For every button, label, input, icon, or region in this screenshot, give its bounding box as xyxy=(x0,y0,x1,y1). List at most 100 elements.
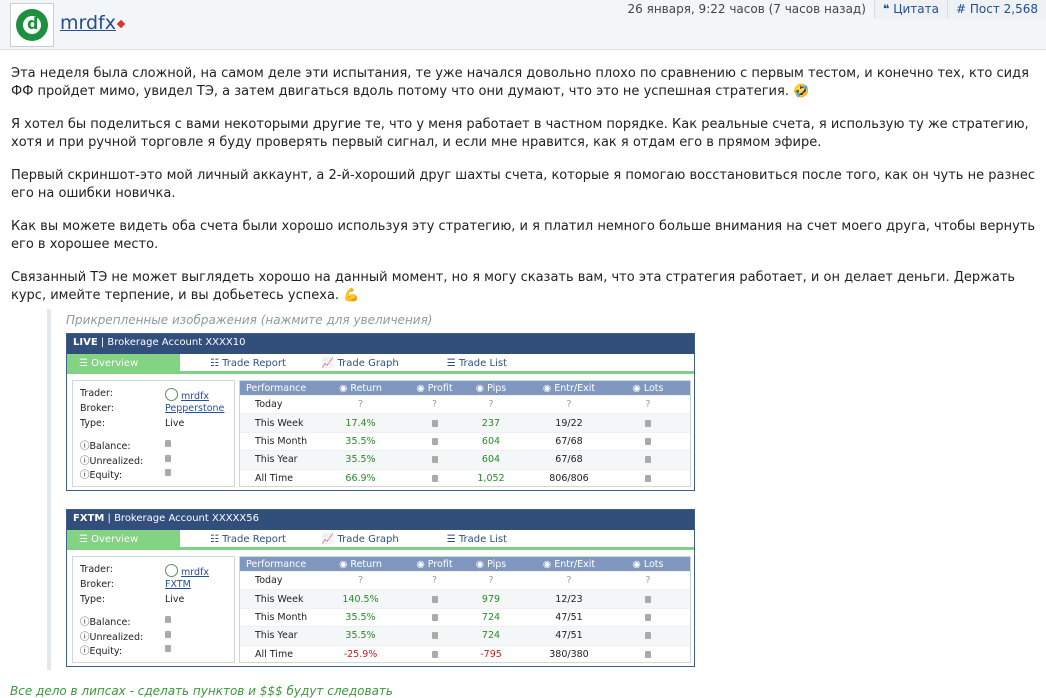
table-row: This Year 35.5% 604 67/68 xyxy=(240,450,690,469)
attachments-bar xyxy=(47,309,51,670)
tab-graph-label: Trade Graph xyxy=(337,534,399,545)
trader-value[interactable]: mrdfx xyxy=(165,564,209,578)
tab-overview[interactable]: ☰ Overview xyxy=(67,354,180,371)
trader-label: Trader: xyxy=(80,564,113,575)
balance-label: ⓘBalance: xyxy=(80,441,131,452)
header-profit: ◉ Profit xyxy=(416,558,453,570)
trader-value[interactable]: mrdfx xyxy=(165,388,209,402)
post-paragraph: Я хотел бы поделиться с вами некоторыми … xyxy=(11,117,1029,150)
username-link[interactable]: mrdfx xyxy=(60,12,116,34)
tab-overview-label: Overview xyxy=(91,534,139,545)
table-row: All Time 66.9% 1,052 806/806 xyxy=(240,468,690,487)
broker-value[interactable]: Pepperstone xyxy=(165,403,224,414)
broker-value[interactable]: FXTM xyxy=(165,579,191,590)
account-title: LIVE | Brokerage Account XXXX10 xyxy=(67,334,694,354)
account-title: FXTM | Brokerage Account XXXXX56 xyxy=(67,510,694,530)
mini-avatar-icon xyxy=(165,388,178,401)
flag-icon xyxy=(116,19,126,29)
overview-icon: ☰ xyxy=(79,358,92,369)
account-tabs: ☰ Overview ☷ Trade Report 📈 Trade Graph … xyxy=(67,354,694,374)
table-row: This Week 140.5% 979 12/23 xyxy=(240,589,690,608)
header-entr-exit: ◉ Entr/Exit xyxy=(542,558,596,570)
header-profit: ◉ Profit xyxy=(416,382,453,394)
tab-trade-report[interactable]: ☷ Trade Report xyxy=(198,530,298,547)
header-pips: ◉ Pips xyxy=(475,558,507,570)
header-return: ◉ Return xyxy=(339,558,382,570)
equity-label: ⓘEquity: xyxy=(80,470,123,481)
performance-table: Performance ◉ Return ◉ Profit ◉ Pips ◉ E… xyxy=(239,380,691,487)
unrealized-label: ⓘUnrealized: xyxy=(80,632,144,643)
balance-lock-icon xyxy=(165,614,171,625)
post-body: Эта неделя была сложной, на самом деле э… xyxy=(11,65,1036,320)
header-pips: ◉ Pips xyxy=(475,382,507,394)
tab-trade-graph[interactable]: 📈 Trade Graph xyxy=(310,530,411,547)
mini-avatar-icon xyxy=(165,564,178,577)
unrealized-lock-icon xyxy=(165,453,171,464)
header-entr-exit: ◉ Entr/Exit xyxy=(542,382,596,394)
tab-overview-label: Overview xyxy=(91,358,139,369)
list-icon: ☰ xyxy=(446,534,459,545)
broker-label: Broker: xyxy=(80,579,114,590)
account-badge: LIVE xyxy=(73,337,98,348)
tab-list-label: Trade List xyxy=(458,358,507,369)
balance-label: ⓘBalance: xyxy=(80,617,131,628)
account-info: Trader: mrdfx Broker: FXTM Type: Live ⓘBala… xyxy=(72,556,235,663)
post-paragraph: Первый скриншот-это мой личный аккаунт, … xyxy=(11,168,1035,201)
post-paragraph: Эта неделя была сложной, на самом деле э… xyxy=(11,66,1029,99)
tab-report-label: Trade Report xyxy=(222,534,286,545)
tab-trade-graph[interactable]: 📈 Trade Graph xyxy=(310,354,411,371)
quote-icon: ❝ xyxy=(882,2,894,16)
post-number-link[interactable]: # Пост 2,568 xyxy=(947,0,1046,19)
equity-label: ⓘEquity: xyxy=(80,646,123,657)
account-tabs: ☰ Overview ☷ Trade Report 📈 Trade Graph … xyxy=(67,530,694,550)
account-info: Trader: mrdfx Broker: Pepperstone Type: Liv… xyxy=(72,380,235,487)
header-performance: Performance xyxy=(246,558,307,570)
table-row: Today????? xyxy=(240,395,690,413)
signature-text: Все дело в липсах - сделать пунктов и $$… xyxy=(10,684,393,698)
header-performance: Performance xyxy=(246,382,307,394)
table-row: This Week 17.4% 237 19/22 xyxy=(240,413,690,432)
post-meta: 26 января, 9:22 часов (7 часов назад) ❝ … xyxy=(620,0,1046,19)
header-lots: ◉ Lots xyxy=(632,382,664,394)
account-card-live[interactable]: LIVE | Brokerage Account XXXX10 ☰ Overvi… xyxy=(66,333,695,491)
trader-label: Trader: xyxy=(80,388,113,399)
account-name: Brokerage Account XXXXX56 xyxy=(114,513,259,524)
graph-icon: 📈 xyxy=(321,358,338,369)
post-number-label: Пост 2,568 xyxy=(969,2,1038,16)
type-label: Type: xyxy=(80,594,106,605)
list-icon: ☰ xyxy=(446,358,459,369)
attachments-label: Прикрепленные изображения (нажмите для у… xyxy=(66,313,433,327)
report-icon: ☷ xyxy=(210,358,223,369)
type-label: Type: xyxy=(80,418,106,429)
tab-trade-list[interactable]: ☰ Trade List xyxy=(435,530,519,547)
post-paragraph: Как вы можете видеть оба счета были хоро… xyxy=(11,219,1036,252)
balance-lock-icon xyxy=(165,438,171,449)
table-row: This Month 35.5% 724 47/51 xyxy=(240,607,690,626)
tab-trade-list[interactable]: ☰ Trade List xyxy=(435,354,519,371)
header-return: ◉ Return xyxy=(339,382,382,394)
table-row: Today????? xyxy=(240,571,690,589)
equity-lock-icon xyxy=(165,467,171,478)
account-badge: FXTM xyxy=(73,513,105,524)
quote-button[interactable]: ❝ Цитата xyxy=(873,0,947,19)
performance-header: Performance ◉ Return ◉ Profit ◉ Pips ◉ E… xyxy=(240,557,690,571)
tab-overview[interactable]: ☰ Overview xyxy=(67,530,180,547)
tab-list-label: Trade List xyxy=(458,534,507,545)
post-header: d mrdfx 26 января, 9:22 часов (7 часов н… xyxy=(0,0,1046,50)
table-row: This Year 35.5% 724 47/51 xyxy=(240,626,690,645)
table-row: All Time -25.9% -795 380/380 xyxy=(240,644,690,663)
table-row: This Month 35.5% 604 67/68 xyxy=(240,431,690,450)
unrealized-lock-icon xyxy=(165,629,171,640)
account-card-fxtm[interactable]: FXTM | Brokerage Account XXXXX56 ☰ Overv… xyxy=(66,509,695,667)
quote-label: Цитата xyxy=(893,2,939,16)
post-date: 26 января, 9:22 часов (7 часов назад) xyxy=(627,2,866,16)
performance-header: Performance ◉ Return ◉ Profit ◉ Pips ◉ E… xyxy=(240,381,690,395)
tab-report-label: Trade Report xyxy=(222,358,286,369)
graph-icon: 📈 xyxy=(321,534,338,545)
user-avatar[interactable]: d xyxy=(10,3,54,47)
type-value: Live xyxy=(165,418,185,429)
overview-icon: ☰ xyxy=(79,534,92,545)
tab-graph-label: Trade Graph xyxy=(337,358,399,369)
tab-trade-report[interactable]: ☷ Trade Report xyxy=(198,354,298,371)
unrealized-label: ⓘUnrealized: xyxy=(80,456,144,467)
